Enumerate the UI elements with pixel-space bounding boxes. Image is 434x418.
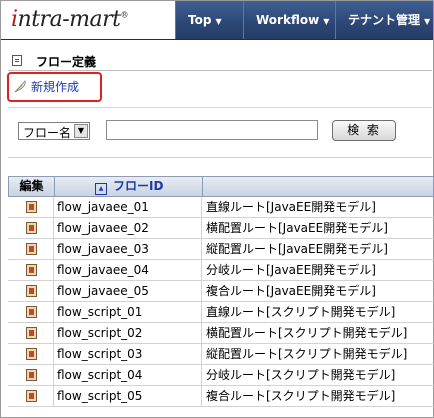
nav-workflow-label: Workflow <box>256 13 320 27</box>
top-navigation-bar: intra-mart® Top ▼ Workflow ▼ テナント管理 ▼ <box>1 1 433 40</box>
search-input[interactable] <box>106 120 318 140</box>
edit-icon[interactable] <box>26 243 37 255</box>
flow-id-cell: flow_script_04 <box>54 365 202 385</box>
edit-cell <box>8 239 54 259</box>
page-title: フロー定義 <box>36 55 97 69</box>
flow-name-cell: 分岐ルート[スクリプト開発モデル] <box>206 368 396 382</box>
nav-top-label: Top <box>188 13 212 27</box>
flow-id-cell: flow_javaee_01 <box>54 197 202 217</box>
flow-id-cell: flow_script_01 <box>54 302 202 322</box>
edit-icon[interactable] <box>26 285 37 297</box>
chevron-down-icon: ▼ <box>323 17 330 26</box>
table-row: flow_script_04 分岐ルート[スクリプト開発モデル] <box>8 365 434 386</box>
flow-name-cell: 分岐ルート[JavaEE開発モデル] <box>206 263 376 277</box>
chevron-down-icon: ▼ <box>424 17 431 26</box>
sort-up-icon[interactable]: ▲ <box>95 183 107 195</box>
flow-id-cell: flow_script_05 <box>54 386 202 406</box>
column-header-flow-id-label: フローID <box>113 179 164 193</box>
edit-cell <box>8 323 54 343</box>
search-button[interactable]: 検 索 <box>332 120 396 141</box>
column-header-flow-name <box>203 177 433 196</box>
table-row: flow_javaee_04 分岐ルート[JavaEE開発モデル] <box>8 260 434 281</box>
logo-area: intra-mart® <box>1 1 175 39</box>
edit-icon[interactable] <box>26 222 37 234</box>
table-row: flow_script_05 複合ルート[スクリプト開発モデル] <box>8 386 434 407</box>
nav-tenant-admin-label: テナント管理 <box>348 13 421 27</box>
flow-name-cell: 直線ルート[スクリプト開発モデル] <box>206 305 396 319</box>
flow-id-cell: flow_javaee_02 <box>54 218 202 238</box>
new-create-highlight: 新規作成 <box>7 72 102 102</box>
edit-cell <box>8 344 54 364</box>
flow-name-cell: 横配置ルート[JavaEE開発モデル] <box>206 221 388 235</box>
edit-icon[interactable] <box>26 348 37 360</box>
edit-cell <box>8 281 54 301</box>
new-create-label: 新規作成 <box>31 80 80 94</box>
column-header-edit: 編集 <box>9 177 55 196</box>
flow-id-cell: flow_script_02 <box>54 323 202 343</box>
flow-name-cell: 縦配置ルート[スクリプト開発モデル] <box>206 347 408 361</box>
table-header: 編集 ▲ フローID <box>8 176 434 197</box>
search-field-select-value: フロー名 <box>23 126 72 140</box>
nav-tenant-admin[interactable]: テナント管理 ▼ <box>335 1 433 39</box>
column-header-flow-id[interactable]: ▲ フローID <box>55 177 203 196</box>
intra-mart-logo[interactable]: intra-mart® <box>11 7 128 32</box>
divider <box>8 107 432 108</box>
edit-icon[interactable] <box>26 264 37 276</box>
edit-cell <box>8 365 54 385</box>
chevron-down-icon: ▼ <box>74 124 88 138</box>
nav-workflow[interactable]: Workflow ▼ <box>243 1 335 39</box>
nav-top[interactable]: Top ▼ <box>175 1 243 39</box>
edit-icon[interactable] <box>26 306 37 318</box>
edit-icon[interactable] <box>26 327 37 339</box>
flow-name-cell: 複合ルート[スクリプト開発モデル] <box>206 389 396 403</box>
edit-cell <box>8 197 54 217</box>
flow-name-cell: 複合ルート[JavaEE開発モデル] <box>206 284 376 298</box>
flow-id-cell: flow_javaee_03 <box>54 239 202 259</box>
search-field-select[interactable]: フロー名 ▼ <box>18 122 90 140</box>
new-create-button[interactable]: 新規作成 <box>13 78 79 95</box>
divider <box>8 157 432 158</box>
flow-id-cell: flow_script_03 <box>54 344 202 364</box>
document-icon <box>12 55 22 66</box>
section-header: フロー定義 <box>8 52 432 71</box>
edit-icon[interactable] <box>26 390 37 402</box>
table-row: flow_javaee_03 縦配置ルート[JavaEE開発モデル] <box>8 239 434 260</box>
feather-icon <box>14 80 26 93</box>
table-row: flow_javaee_01 直線ルート[JavaEE開発モデル] <box>8 197 434 218</box>
table-row: flow_script_02 横配置ルート[スクリプト開発モデル] <box>8 323 434 344</box>
flow-name-cell: 直線ルート[JavaEE開発モデル] <box>206 200 376 214</box>
flow-id-cell: flow_javaee_04 <box>54 260 202 280</box>
table-row: flow_javaee_02 横配置ルート[JavaEE開発モデル] <box>8 218 434 239</box>
edit-icon[interactable] <box>26 369 37 381</box>
edit-cell <box>8 386 54 406</box>
flow-name-cell: 縦配置ルート[JavaEE開発モデル] <box>206 242 388 256</box>
table-row: flow_script_03 縦配置ルート[スクリプト開発モデル] <box>8 344 434 365</box>
edit-cell <box>8 218 54 238</box>
edit-cell <box>8 302 54 322</box>
chevron-down-icon: ▼ <box>215 17 222 26</box>
flow-id-cell: flow_javaee_05 <box>54 281 202 301</box>
table-row: flow_javaee_05 複合ルート[JavaEE開発モデル] <box>8 281 434 302</box>
table-row: flow_script_01 直線ルート[スクリプト開発モデル] <box>8 302 434 323</box>
edit-cell <box>8 260 54 280</box>
edit-icon[interactable] <box>26 201 37 213</box>
flow-name-cell: 横配置ルート[スクリプト開発モデル] <box>206 326 408 340</box>
